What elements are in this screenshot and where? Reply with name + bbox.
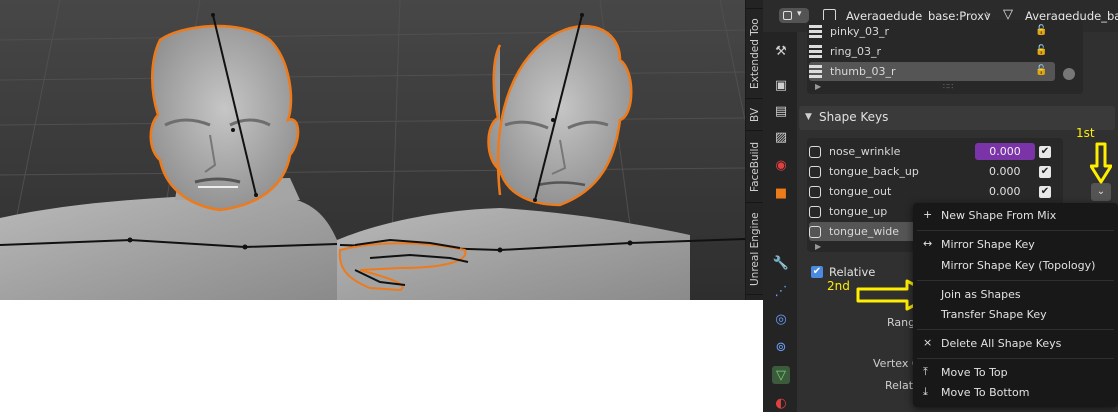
mesh-data-tab-icon[interactable]: ▽ (772, 366, 790, 384)
particles-icon[interactable]: ⋰ (772, 282, 790, 300)
move-top-icon: ⤒ (923, 365, 928, 378)
shape-key-label: tongue_up (829, 205, 888, 218)
shape-key-label: tongue_out (829, 185, 892, 198)
tool-settings-icon[interactable]: ⚒ (772, 42, 790, 60)
relative-checkbox[interactable]: ✔ (811, 266, 823, 278)
mirror-icon: ↔ (923, 237, 933, 250)
plus-icon: + (923, 208, 933, 221)
mute-checkbox[interactable]: ✔ (1039, 186, 1051, 198)
shape-key-icon (809, 165, 821, 178)
material-icon[interactable]: ◐ (772, 394, 790, 412)
expand-arrow-icon[interactable]: ▶ (815, 242, 821, 251)
menu-separator (917, 230, 1114, 231)
list-item[interactable]: tongue_out (809, 182, 891, 201)
chevron-down-icon: ▾ (797, 9, 802, 19)
menu-item-mirror-shape-key[interactable]: Mirror Shape Key (941, 238, 1035, 251)
shape-key-label: tongue_wide (829, 225, 900, 238)
shape-key-label: nose_wrinkle (829, 145, 901, 158)
bone-icon (809, 45, 822, 58)
relative-label: Relative (829, 265, 876, 279)
tab-bv[interactable]: BV (746, 100, 764, 131)
sidebar-tab-strip: Extended Too BV FaceBuild Unreal Engine (745, 0, 764, 300)
move-bottom-icon: ⤓ (923, 385, 928, 398)
tab-facebuild[interactable]: FaceBuild (746, 132, 764, 203)
menu-separator (917, 358, 1114, 359)
editor-type-button[interactable]: ▾ (779, 8, 809, 23)
lock-icon[interactable]: 🔓 (1035, 45, 1047, 56)
annotation-second: 2nd (827, 279, 850, 293)
viewport-scene (0, 0, 745, 300)
menu-item-new-shape-from-mix[interactable]: New Shape From Mix (941, 209, 1056, 222)
relative-key-label: Relati (885, 379, 913, 392)
menu-separator (917, 280, 1114, 281)
scrollbar[interactable] (1093, 22, 1099, 112)
range-label: Rang (887, 316, 913, 329)
output-icon[interactable]: ▤ (772, 102, 790, 120)
tab-top-partial[interactable] (746, 0, 764, 9)
menu-item-move-to-bottom[interactable]: Move To Bottom (941, 386, 1029, 399)
modifier-icon[interactable]: 🔧 (772, 254, 790, 272)
shape-key-icon (809, 205, 821, 218)
bone-label: ring_03_r (830, 45, 882, 58)
vertex-group-label: Vertex G (873, 357, 913, 370)
assign-dot[interactable] (1063, 68, 1075, 80)
tab-extended-tools[interactable]: Extended Too (746, 10, 764, 99)
shape-key-specials-menu: + New Shape From Mix ↔ Mirror Shape Key … (913, 203, 1118, 407)
3d-viewport[interactable] (0, 0, 745, 300)
shape-value-field[interactable]: 0.000 (989, 165, 1021, 178)
shape-key-icon (809, 185, 821, 198)
list-item[interactable]: tongue_back_up (809, 162, 919, 181)
shape-key-label: tongue_back_up (829, 165, 919, 178)
shape-key-icon (809, 225, 821, 238)
delete-icon: × (923, 336, 933, 349)
annotation-first: 1st (1076, 126, 1095, 140)
mute-checkbox[interactable]: ✔ (1039, 166, 1051, 178)
menu-item-mirror-shape-key-topology[interactable]: Mirror Shape Key (Topology) (941, 259, 1095, 272)
breadcrumb-separator-icon: › (985, 7, 990, 21)
menu-item-transfer-shape-key[interactable]: Transfer Shape Key (941, 308, 1047, 321)
bone-icon (809, 65, 822, 78)
shape-key-icon (809, 145, 821, 158)
render-icon[interactable]: ▣ (772, 76, 790, 94)
list-item[interactable]: pinky_03_r (809, 22, 889, 41)
lock-icon[interactable]: 🔓 (1035, 25, 1047, 36)
lock-icon[interactable]: 🔓 (1035, 65, 1047, 76)
list-item[interactable]: tongue_up (809, 202, 887, 221)
constraints-icon[interactable]: ⊚ (772, 338, 790, 356)
shape-key-specials-button[interactable]: ⌄ (1091, 183, 1111, 201)
scene-icon[interactable]: ◉ (772, 156, 790, 174)
expand-arrow-icon[interactable]: ▶ (815, 82, 821, 91)
tab-unreal-engine[interactable]: Unreal Engine (746, 204, 764, 295)
menu-item-move-to-top[interactable]: Move To Top (941, 366, 1008, 379)
list-item[interactable]: nose_wrinkle (809, 142, 900, 161)
list-item[interactable]: ring_03_r (809, 42, 881, 61)
menu-item-delete-all-shape-keys[interactable]: Delete All Shape Keys (941, 337, 1061, 350)
physics-icon[interactable]: ◎ (772, 310, 790, 328)
bone-label: thumb_03_r (830, 65, 896, 78)
bone-label: pinky_03_r (830, 25, 890, 38)
collapse-arrow-icon[interactable]: ▼ (805, 112, 812, 122)
shape-keys-title: Shape Keys (819, 110, 889, 124)
list-item[interactable]: tongue_wide (809, 222, 899, 241)
editor-type-icon (783, 11, 792, 20)
shape-value-field[interactable]: 0.000 (989, 185, 1021, 198)
annotation-arrow-down-icon (1090, 142, 1112, 184)
mute-checkbox[interactable]: ✔ (1039, 146, 1051, 158)
shape-value-field[interactable]: 0.000 (975, 143, 1035, 160)
menu-separator (917, 329, 1114, 330)
object-properties-icon[interactable]: ■ (772, 184, 790, 202)
list-item[interactable]: thumb_03_r (809, 62, 895, 81)
resize-grip-icon[interactable]: ∷∷ (943, 82, 953, 91)
view-layer-icon[interactable]: ▨ (772, 128, 790, 146)
bone-icon (809, 25, 822, 38)
property-tabs: ⚒ ▣ ▤ ▨ ◉ ■ 🔧 ⋰ ◎ ⊚ ▽ ◐ (763, 32, 797, 412)
menu-item-join-as-shapes[interactable]: Join as Shapes (941, 288, 1021, 301)
